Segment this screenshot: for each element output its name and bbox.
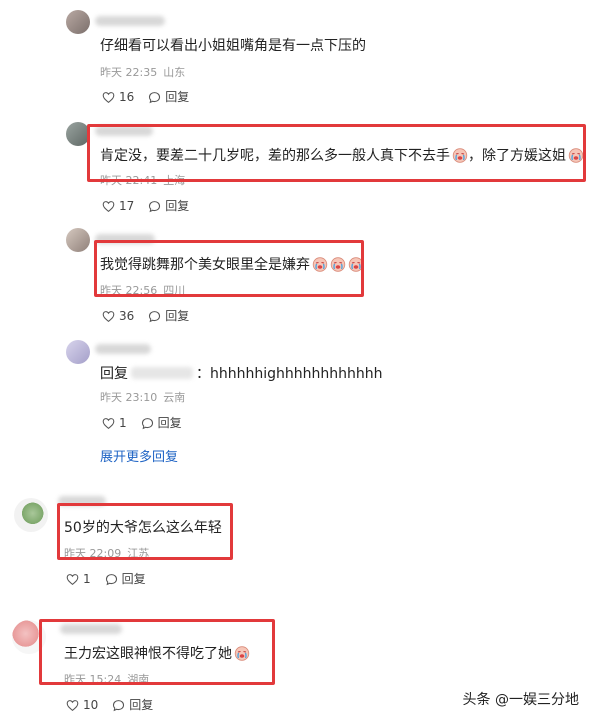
username-blurred[interactable] bbox=[95, 126, 153, 136]
username-blurred[interactable] bbox=[58, 496, 106, 506]
username-blurred[interactable] bbox=[60, 624, 122, 634]
comment-actions: 1 回复 bbox=[102, 415, 196, 431]
comment-location: 四川 bbox=[163, 284, 186, 297]
comment-icon bbox=[148, 200, 161, 213]
like-button[interactable]: 16 bbox=[102, 89, 134, 105]
like-count: 36 bbox=[119, 309, 135, 323]
comment-actions: 17 回复 bbox=[102, 198, 203, 214]
reply-button[interactable]: 回复 bbox=[141, 415, 182, 431]
comment-meta: 昨天 22:09 江苏 bbox=[64, 547, 155, 561]
comment-actions: 10 回复 bbox=[66, 697, 167, 713]
comment-text: 仔细看可以看出小姐姐嘴角是有一点下压的 bbox=[100, 38, 366, 54]
comment-meta: 昨天 23:10 云南 bbox=[100, 391, 191, 405]
reply-label: 回复 bbox=[121, 572, 146, 586]
comment-time: 昨天 22:41 bbox=[100, 174, 158, 187]
crying-face-emoji bbox=[348, 256, 364, 272]
avatar[interactable] bbox=[66, 340, 90, 364]
avatar[interactable] bbox=[14, 498, 48, 532]
crying-face-emoji bbox=[568, 147, 584, 163]
comment-icon bbox=[148, 91, 161, 104]
like-button[interactable]: 17 bbox=[102, 198, 134, 214]
like-button[interactable]: 1 bbox=[102, 415, 127, 431]
like-button[interactable]: 10 bbox=[66, 697, 98, 713]
like-button[interactable]: 1 bbox=[66, 571, 91, 587]
comment-text-main: 肯定没，要差二十几岁呢，差的那么多一般人真下不去手 bbox=[100, 148, 450, 164]
comment-location: 上海 bbox=[163, 174, 186, 187]
reply-button[interactable]: 回复 bbox=[105, 571, 146, 587]
avatar[interactable] bbox=[66, 122, 90, 146]
reply-label: 回复 bbox=[165, 309, 190, 323]
crying-face-emoji bbox=[452, 147, 468, 163]
reply-button[interactable]: 回复 bbox=[148, 308, 189, 324]
comment-time: 昨天 23:10 bbox=[100, 391, 158, 404]
like-button[interactable]: 36 bbox=[102, 308, 134, 324]
comment-time: 昨天 22:56 bbox=[100, 284, 158, 297]
heart-icon bbox=[102, 91, 115, 104]
comment-icon bbox=[105, 573, 118, 586]
heart-icon bbox=[66, 699, 79, 712]
comment-text-main: ：hhhhhhighhhhhhhhhhhh bbox=[196, 366, 383, 382]
comment-time: 昨天 15:24 bbox=[64, 673, 122, 686]
comment-meta: 昨天 22:35 山东 bbox=[100, 66, 191, 80]
comment-text: 回复 ：hhhhhhighhhhhhhhhhhh bbox=[100, 364, 383, 384]
comment-meta: 昨天 22:41 上海 bbox=[100, 174, 191, 188]
comment-time: 昨天 22:09 bbox=[64, 547, 122, 560]
like-count: 1 bbox=[83, 572, 91, 586]
like-count: 10 bbox=[83, 698, 99, 712]
heart-icon bbox=[102, 310, 115, 323]
comment-text: 50岁的大爷怎么这么年轻 bbox=[64, 520, 222, 536]
reply-button[interactable]: 回复 bbox=[112, 697, 153, 713]
comment-text-tail: ，除了方媛这姐 bbox=[468, 148, 566, 164]
comment-text-main: 王力宏这眼神恨不得吃了她 bbox=[64, 646, 232, 662]
watermark: 头条 @一娱三分地 bbox=[462, 692, 579, 708]
comment-icon bbox=[112, 699, 125, 712]
comment-icon bbox=[148, 310, 161, 323]
like-count: 17 bbox=[119, 199, 135, 213]
reply-button[interactable]: 回复 bbox=[148, 198, 189, 214]
comment-text: 王力宏这眼神恨不得吃了她 bbox=[64, 644, 250, 664]
comment-location: 云南 bbox=[163, 391, 186, 404]
crying-face-emoji bbox=[312, 256, 328, 272]
mentioned-user-blurred[interactable] bbox=[131, 367, 193, 379]
comment-location: 山东 bbox=[163, 66, 186, 79]
reply-label: 回复 bbox=[165, 199, 190, 213]
reply-label: 回复 bbox=[129, 698, 154, 712]
username-blurred[interactable] bbox=[95, 16, 165, 26]
expand-more-replies-link[interactable]: 展开更多回复 bbox=[100, 446, 178, 465]
avatar[interactable] bbox=[12, 620, 46, 654]
username-blurred[interactable] bbox=[95, 234, 155, 244]
heart-icon bbox=[102, 417, 115, 430]
comment-meta: 昨天 15:24 湖南 bbox=[64, 673, 155, 687]
reply-label: 回复 bbox=[157, 416, 182, 430]
username-blurred[interactable] bbox=[95, 344, 151, 354]
comment-text: 肯定没，要差二十几岁呢，差的那么多一般人真下不去手 ，除了方媛这姐 bbox=[100, 146, 584, 166]
crying-face-emoji bbox=[330, 256, 346, 272]
comment-icon bbox=[141, 417, 154, 430]
comment-location: 江苏 bbox=[127, 547, 150, 560]
comment-text-main: 我觉得跳舞那个美女眼里全是嫌弃 bbox=[100, 257, 310, 273]
reply-label: 回复 bbox=[165, 90, 190, 104]
comment-actions: 1 回复 bbox=[66, 571, 160, 587]
comment-location: 湖南 bbox=[127, 673, 150, 686]
like-count: 1 bbox=[119, 416, 127, 430]
heart-icon bbox=[102, 200, 115, 213]
comment-text: 我觉得跳舞那个美女眼里全是嫌弃 bbox=[100, 255, 364, 275]
reply-prefix: 回复 bbox=[100, 366, 128, 382]
reply-button[interactable]: 回复 bbox=[148, 89, 189, 105]
avatar[interactable] bbox=[66, 228, 90, 252]
comment-time: 昨天 22:35 bbox=[100, 66, 158, 79]
crying-face-emoji bbox=[234, 645, 250, 661]
comment-actions: 36 回复 bbox=[102, 308, 203, 324]
comment-actions: 16 回复 bbox=[102, 89, 203, 105]
comment-meta: 昨天 22:56 四川 bbox=[100, 284, 191, 298]
like-count: 16 bbox=[119, 90, 135, 104]
avatar[interactable] bbox=[66, 10, 90, 34]
heart-icon bbox=[66, 573, 79, 586]
